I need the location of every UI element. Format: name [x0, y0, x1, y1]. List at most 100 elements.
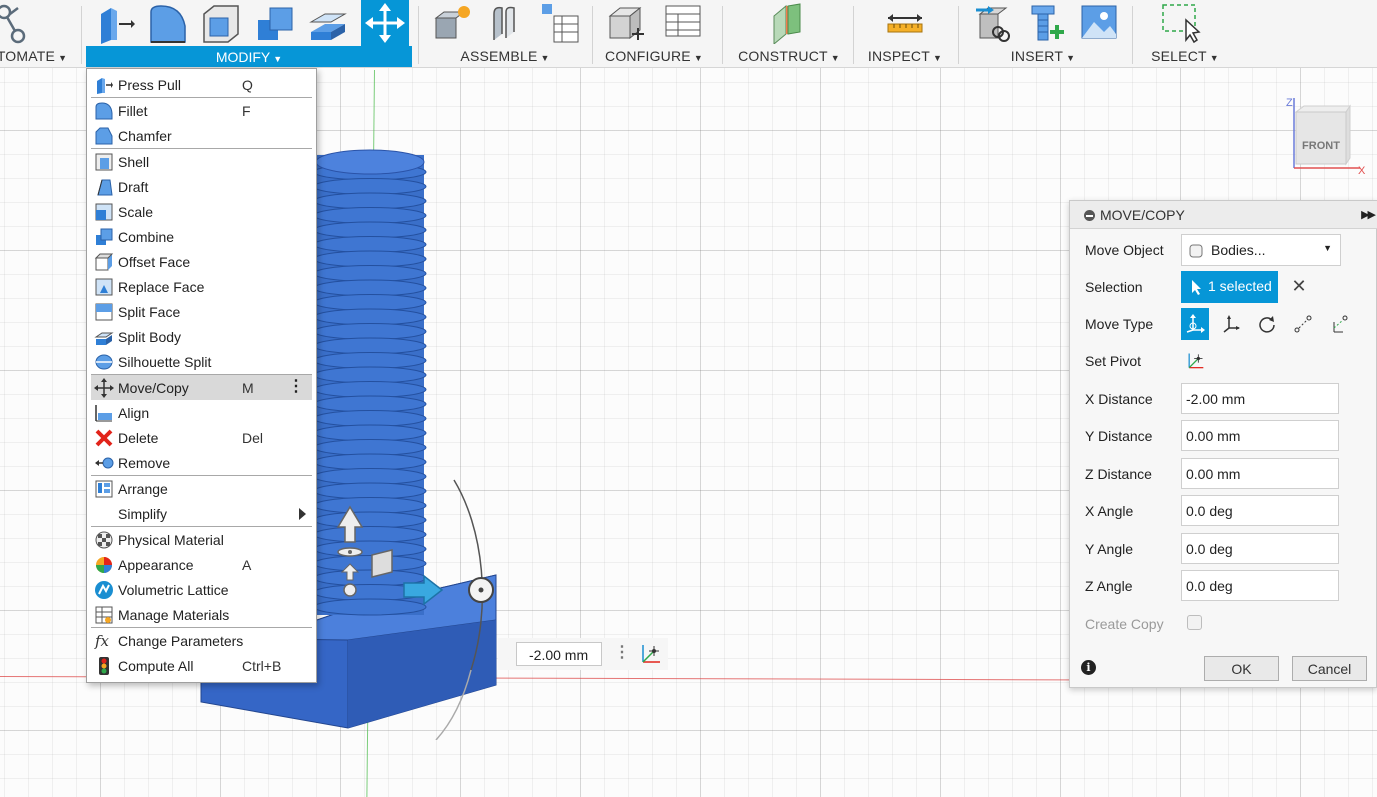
- press-pull-tool-icon[interactable]: [95, 2, 137, 44]
- ok-button[interactable]: OK: [1204, 656, 1279, 681]
- z-distance-input[interactable]: [1181, 458, 1339, 489]
- thread-ring: [313, 308, 427, 326]
- menu-item-simplify[interactable]: Simplify: [91, 501, 312, 526]
- toolbar-group-inspect[interactable]: INSPECT ▼: [862, 0, 948, 68]
- toolbar-label-select: SELECT ▼: [1151, 48, 1219, 64]
- menu-item-delete[interactable]: Delete Del: [91, 425, 312, 450]
- thread-ring: [313, 439, 427, 456]
- x-distance-input[interactable]: [1181, 383, 1339, 414]
- split-body-tool-icon[interactable]: [307, 2, 349, 44]
- thread-ring: [313, 192, 427, 210]
- toolbar-label-inspect: INSPECT ▼: [867, 48, 943, 64]
- move-type-point-to-point[interactable]: [1289, 308, 1317, 340]
- row-x-angle: X Angle: [1070, 495, 1377, 527]
- free-move-icon: [1186, 314, 1205, 333]
- row-x-distance: X Distance: [1070, 383, 1377, 415]
- info-icon[interactable]: i: [1081, 660, 1096, 675]
- move-type-rotate[interactable]: [1253, 308, 1281, 340]
- measure-icon: [887, 14, 923, 33]
- thread-ring: [313, 395, 427, 413]
- toolbar-label-modify[interactable]: MODIFY ▼: [86, 46, 412, 67]
- menu-item-combine[interactable]: Combine: [91, 224, 312, 249]
- distance-more-icon[interactable]: ⋮: [614, 642, 630, 662]
- move-type-point-to-position[interactable]: [1325, 308, 1353, 340]
- menu-item-shell[interactable]: Shell: [91, 149, 312, 174]
- selection-button[interactable]: 1 selected: [1181, 271, 1278, 303]
- collapse-icon[interactable]: [1084, 210, 1095, 221]
- toolbar-group-insert[interactable]: INSERT ▼: [966, 0, 1120, 68]
- create-copy-checkbox[interactable]: [1187, 615, 1202, 630]
- toolbar-group-select[interactable]: SELECT ▼: [1140, 0, 1230, 68]
- move-type-translate[interactable]: [1217, 308, 1245, 340]
- menu-item-replace-face[interactable]: Replace Face: [91, 274, 312, 299]
- bolt-threads: [313, 163, 427, 616]
- move-copy-tool-icon[interactable]: [364, 2, 406, 44]
- menu-item-manage-materials[interactable]: Manage Materials: [91, 602, 312, 627]
- menu-item-arrange[interactable]: Arrange: [91, 476, 312, 501]
- row-y-angle: Y Angle: [1070, 533, 1377, 565]
- body-icon: [1189, 244, 1203, 258]
- menu-item-press-pull[interactable]: Press Pull Q: [91, 72, 312, 97]
- toolbar-group-configure[interactable]: CONFIGURE ▼: [598, 0, 710, 68]
- distance-manipulator-input[interactable]: [516, 642, 602, 666]
- thread-ring: [313, 279, 427, 297]
- chevron-down-icon: ▼: [1323, 243, 1332, 253]
- thread-ring: [313, 468, 427, 485]
- menu-item-draft[interactable]: Draft: [91, 174, 312, 199]
- set-pivot-icon[interactable]: [1185, 351, 1205, 371]
- view-cube[interactable]: Z X FRONT: [1284, 94, 1368, 180]
- move-object-select[interactable]: Bodies... ▼: [1181, 234, 1341, 266]
- translate-icon: [1223, 315, 1240, 333]
- menu-item-appearance[interactable]: Appearance A: [91, 552, 312, 577]
- toolbar-label-insert: INSERT ▼: [1010, 48, 1076, 64]
- thread-ring: [313, 410, 427, 427]
- thread-ring: [313, 294, 427, 311]
- distance-manipulator: ⋮: [498, 638, 668, 670]
- z-angle-input[interactable]: [1181, 570, 1339, 601]
- cancel-button[interactable]: Cancel: [1292, 656, 1367, 681]
- view-cube-front-face[interactable]: FRONT: [1302, 140, 1340, 152]
- menu-item-offset-face[interactable]: Offset Face: [91, 249, 312, 274]
- menu-item-move-copy[interactable]: Move/Copy M ⋮: [91, 375, 312, 400]
- toolbar-group-automate[interactable]: TOMATE ▼: [0, 0, 70, 68]
- appearance-icon: [96, 556, 112, 573]
- row-move-type: Move Type: [1070, 308, 1377, 340]
- menu-item-remove[interactable]: Remove: [91, 450, 312, 475]
- thread-ring: [313, 598, 427, 616]
- menu-item-volumetric-lattice[interactable]: Volumetric Lattice: [91, 577, 312, 602]
- x-angle-input[interactable]: [1181, 495, 1339, 526]
- fillet-tool-icon[interactable]: [147, 2, 189, 44]
- expand-panel-icon[interactable]: ▶▶: [1361, 208, 1376, 221]
- menu-item-scale[interactable]: Scale: [91, 199, 312, 224]
- menu-item-split-body[interactable]: Split Body: [91, 324, 312, 349]
- toolbar-group-assemble[interactable]: ASSEMBLE ▼: [424, 0, 586, 68]
- menu-item-chamfer[interactable]: Chamfer: [91, 123, 312, 148]
- thread-ring: [313, 482, 427, 500]
- toolbar-group-construct[interactable]: CONSTRUCT ▼: [734, 0, 844, 68]
- panel-footer: i OK Cancel: [1070, 648, 1377, 688]
- menu-item-change-parameters[interactable]: fx Change Parameters: [91, 628, 312, 653]
- menu-item-compute-all[interactable]: Compute All Ctrl+B: [91, 653, 312, 678]
- insert-canvas-icon: [1081, 5, 1117, 39]
- menu-item-physical-material[interactable]: Physical Material: [91, 527, 312, 552]
- y-distance-input[interactable]: [1181, 420, 1339, 451]
- move-type-free-move[interactable]: [1181, 308, 1209, 340]
- thread-ring: [313, 453, 427, 471]
- press-pull-icon: [97, 77, 113, 94]
- panel-header: MOVE/COPY ▶▶: [1070, 201, 1377, 229]
- y-angle-input[interactable]: [1181, 533, 1339, 564]
- combine-tool-icon[interactable]: [254, 2, 296, 44]
- set-pivot-icon[interactable]: [638, 642, 662, 666]
- clear-selection-icon[interactable]: ✕: [1289, 277, 1309, 297]
- menu-item-align[interactable]: Align: [91, 400, 312, 425]
- split-face-icon: [95, 303, 113, 320]
- toolbar-label-assemble: ASSEMBLE ▼: [460, 48, 550, 64]
- thread-ring: [313, 366, 427, 384]
- menu-item-fillet[interactable]: Fillet F: [91, 98, 312, 123]
- menu-item-more-icon[interactable]: ⋮: [288, 378, 304, 396]
- menu-item-silhouette-split[interactable]: Silhouette Split: [91, 349, 312, 374]
- shell-tool-icon[interactable]: [200, 2, 242, 44]
- panel-title: MOVE/COPY: [1100, 207, 1185, 223]
- point-to-point-icon: [1294, 315, 1312, 333]
- menu-item-split-face[interactable]: Split Face: [91, 299, 312, 324]
